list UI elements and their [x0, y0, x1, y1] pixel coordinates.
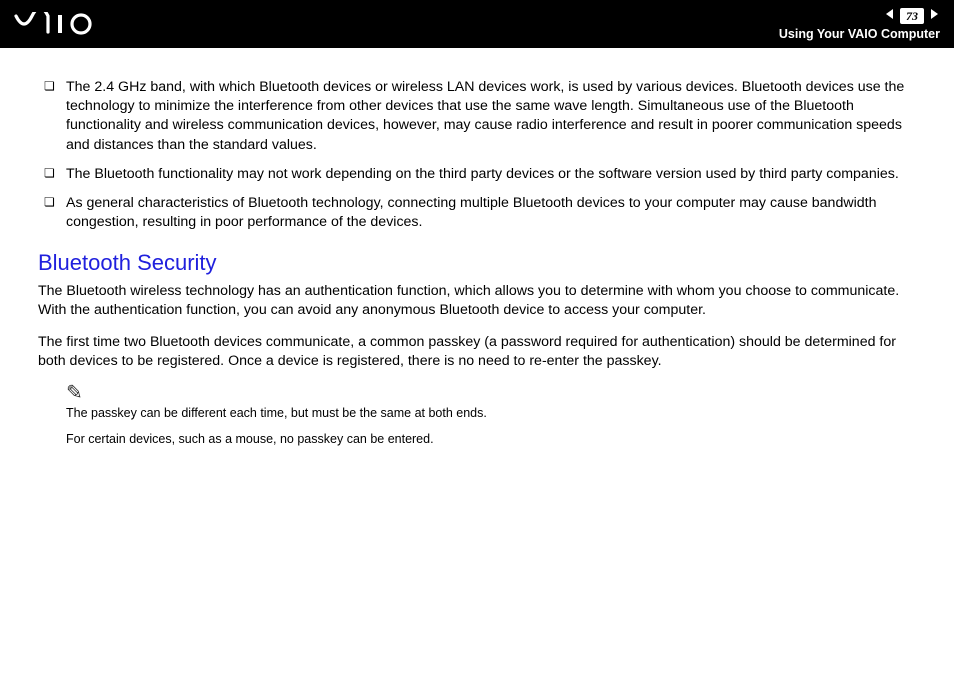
pager: 73 [884, 7, 940, 25]
list-item: As general characteristics of Bluetooth … [66, 194, 916, 232]
paragraph: The first time two Bluetooth devices com… [38, 333, 916, 371]
note-text: For certain devices, such as a mouse, no… [66, 431, 916, 447]
bullet-list: The 2.4 GHz band, with which Bluetooth d… [66, 78, 916, 232]
prev-arrow-icon[interactable] [884, 7, 896, 25]
list-item: The Bluetooth functionality may not work… [66, 165, 916, 184]
next-arrow-icon[interactable] [928, 7, 940, 25]
page-header: 73 Using Your VAIO Computer [0, 0, 954, 48]
list-item: The 2.4 GHz band, with which Bluetooth d… [66, 78, 916, 155]
header-right: 73 Using Your VAIO Computer [779, 7, 940, 41]
vaio-logo [14, 12, 124, 36]
pencil-icon: ✎ [66, 383, 916, 403]
page-content: The 2.4 GHz band, with which Bluetooth d… [0, 48, 954, 447]
section-heading: Bluetooth Security [38, 250, 916, 276]
section-label: Using Your VAIO Computer [779, 27, 940, 41]
note-text: The passkey can be different each time, … [66, 405, 916, 421]
note-block: ✎ The passkey can be different each time… [66, 383, 916, 448]
paragraph: The Bluetooth wireless technology has an… [38, 282, 916, 320]
page-number: 73 [900, 8, 924, 24]
